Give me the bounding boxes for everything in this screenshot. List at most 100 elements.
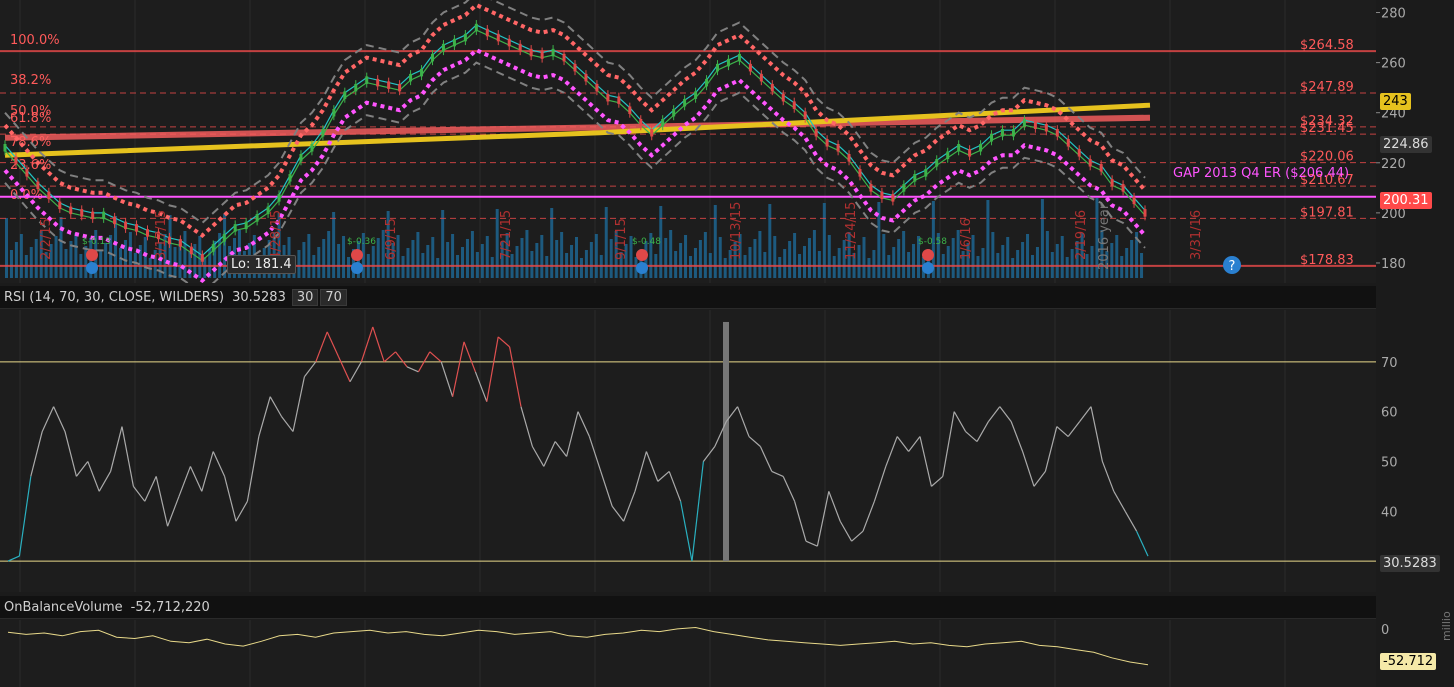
candle-body <box>332 108 336 117</box>
rsi-line-segment <box>1136 530 1149 557</box>
volume-bar <box>54 236 58 278</box>
candle-body <box>233 224 237 232</box>
candle-body <box>398 83 402 92</box>
rsi-line-segment <box>702 446 716 462</box>
candle-body <box>847 154 851 162</box>
candle-body <box>124 221 128 230</box>
volume-bar <box>560 232 564 278</box>
rsi-line-segment <box>919 436 932 487</box>
rsi-line-segment <box>121 426 134 487</box>
volume-bar <box>579 258 583 278</box>
rsi-line-segment <box>531 446 545 467</box>
candle-body <box>792 101 796 109</box>
rsi-line-segment <box>657 470 670 482</box>
rsi-line-segment <box>53 406 66 432</box>
candle-body <box>146 229 149 237</box>
volume-bar <box>1060 236 1064 278</box>
fib-left-label: 100.0% <box>10 33 60 48</box>
candle-body <box>595 83 599 92</box>
gap-label: GAP 2013 Q4 ER ($206.44) <box>1173 166 1350 181</box>
volume-bar <box>589 242 593 278</box>
fib-right-label: $264.58 <box>1300 38 1354 53</box>
candle-body <box>781 93 785 102</box>
candle-body <box>69 206 73 215</box>
x-date-label: 3/17/15 <box>154 210 169 260</box>
candle-body <box>91 211 95 220</box>
rsi-line-segment <box>269 396 283 417</box>
volume-bar <box>872 250 876 278</box>
rsi-line-segment <box>292 376 305 432</box>
rsi-line-segment <box>64 431 77 477</box>
volume-bar <box>332 212 336 278</box>
volume-bar <box>689 256 692 278</box>
volume-bar <box>426 245 430 278</box>
rsi-line-segment <box>360 326 374 363</box>
rsi-line-segment <box>1022 451 1035 487</box>
price-chart[interactable]: 280260240220200180$264.58$247.89$234.32$… <box>0 0 1454 283</box>
rsi-line-segment <box>645 451 659 482</box>
rsi-line-segment <box>999 406 1012 422</box>
x-date-label: 2/2/15 <box>39 218 54 260</box>
fib-right-label: $247.89 <box>1300 80 1354 95</box>
volume-bar <box>555 240 559 278</box>
rsi-line-segment <box>839 520 853 542</box>
rsi-line-segment <box>987 406 1001 422</box>
candle-body <box>606 93 610 102</box>
rsi-line-segment <box>566 411 579 457</box>
rsi-line-segment <box>144 476 157 502</box>
rsi-line-segment <box>1056 426 1069 437</box>
dividend-icon <box>922 262 934 274</box>
candle-body <box>694 91 698 99</box>
low-price-tag: Lo: 181.4 <box>227 255 296 274</box>
volume-bar <box>584 250 588 278</box>
candle-body <box>1001 128 1004 137</box>
volume-bar <box>441 210 445 278</box>
dividend-label: $-0.36 <box>347 237 376 247</box>
volume-bar <box>783 249 787 278</box>
rsi-line-segment <box>452 341 465 397</box>
rsi-header: RSI (14, 70, 30, CLOSE, WILDERS) 30.5283… <box>0 286 1376 309</box>
volume-bar <box>307 234 311 278</box>
obv-panel: 0 millio OnBalanceVolume -52,712,220 -52.… <box>0 596 1454 687</box>
volume-bar <box>59 217 63 278</box>
obv-line <box>7 626 1149 666</box>
rsi-line-segment <box>75 461 89 477</box>
volume-bar <box>812 230 816 278</box>
rsi-line-segment <box>372 326 385 363</box>
rsi-line-segment <box>258 396 271 437</box>
volume-bar <box>604 207 608 278</box>
rsi-line-segment <box>600 471 613 507</box>
volume-bar <box>723 258 727 278</box>
rsi-line-segment <box>281 416 294 432</box>
volume-bar <box>347 257 350 278</box>
rsi-chart[interactable]: 70 60 50 40 <box>0 286 1454 592</box>
volume-bar <box>807 238 811 278</box>
candle-body <box>1088 159 1092 167</box>
rsi-line-segment <box>406 366 419 373</box>
candle-body <box>650 128 654 137</box>
rsi-line-segment <box>520 406 533 447</box>
rsi-line-segment <box>771 470 784 477</box>
rsi-line-segment <box>931 475 944 487</box>
rsi-line-segment <box>623 491 636 522</box>
rsi-line-segment <box>30 431 43 477</box>
candle-body <box>255 214 259 222</box>
volume-bar <box>768 204 772 278</box>
candle-body <box>891 194 895 202</box>
volume-bar <box>530 251 534 278</box>
volume-bar <box>758 231 762 278</box>
volume-bar <box>803 246 806 278</box>
candle-body <box>902 184 906 192</box>
dividend-icon <box>636 262 648 274</box>
volume-bar <box>1035 247 1039 278</box>
rsi-line-segment <box>554 441 568 457</box>
volume-bar <box>981 248 985 278</box>
rsi-line-segment <box>315 331 328 363</box>
volume-bar <box>862 237 866 278</box>
volume-bar <box>515 246 519 278</box>
price-y-tick: 200 <box>1381 207 1406 222</box>
rsi-y-tick: 50 <box>1381 455 1398 470</box>
rsi-line-segment <box>634 451 647 492</box>
volume-bar <box>451 234 455 278</box>
candle-body <box>409 73 413 82</box>
